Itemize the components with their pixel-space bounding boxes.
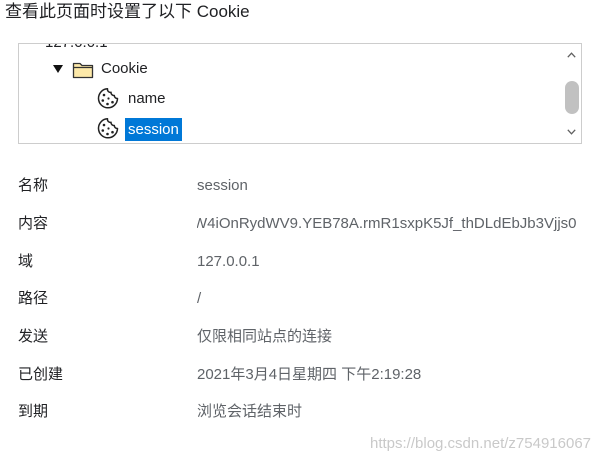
detail-value-expires: 浏览会话结束时 bbox=[197, 403, 303, 420]
dialog-title: 查看此页面时设置了以下 Cookie bbox=[5, 2, 250, 21]
detail-value-content-text: W4iOnRydWV9.YEB78A.rmR1sxpK5Jf_thDLdEbJb… bbox=[197, 215, 577, 232]
scroll-thumb[interactable] bbox=[565, 81, 579, 115]
detail-label-content: 内容 bbox=[18, 215, 49, 232]
detail-label-path: 路径 bbox=[18, 290, 49, 307]
detail-value-domain: 127.0.0.1 bbox=[197, 253, 260, 270]
cookie-icon bbox=[97, 118, 119, 139]
detail-label-name: 名称 bbox=[18, 177, 49, 194]
chevron-up-icon bbox=[567, 52, 576, 58]
detail-value-content: W4iOnRydWV9.YEB78A.rmR1sxpK5Jf_thDLdEbJb… bbox=[197, 214, 581, 234]
detail-label-domain: 域 bbox=[18, 253, 34, 270]
tree-scrollbar[interactable] bbox=[562, 44, 581, 143]
scroll-up-button[interactable] bbox=[562, 44, 581, 66]
folder-icon bbox=[72, 62, 94, 79]
detail-value-send-for: 仅限相同站点的连接 bbox=[197, 328, 333, 345]
detail-label-send-for: 发送 bbox=[18, 328, 49, 345]
scroll-down-button[interactable] bbox=[562, 121, 581, 143]
expand-arrow-icon[interactable] bbox=[53, 65, 63, 73]
detail-value-created: 2021年3月4日星期四 下午2:19:28 bbox=[197, 366, 422, 383]
detail-label-created: 已创建 bbox=[18, 366, 64, 383]
cookie-tree-view[interactable]: 127.0.0.1 Cookie name session bbox=[18, 43, 582, 144]
detail-label-expires: 到期 bbox=[18, 403, 49, 420]
detail-value-name: session bbox=[197, 177, 248, 194]
tree-item-session-selected[interactable]: session bbox=[125, 118, 182, 141]
detail-value-path: / bbox=[197, 290, 202, 307]
tree-item-domain[interactable]: 127.0.0.1 bbox=[45, 44, 108, 53]
chevron-down-icon bbox=[567, 129, 576, 135]
tree-item-name[interactable]: name bbox=[128, 89, 166, 109]
watermark: https://blog.csdn.net/z754916067 bbox=[370, 435, 592, 452]
tree-folder-cookie[interactable]: Cookie bbox=[101, 59, 148, 79]
cookie-icon bbox=[97, 88, 119, 109]
